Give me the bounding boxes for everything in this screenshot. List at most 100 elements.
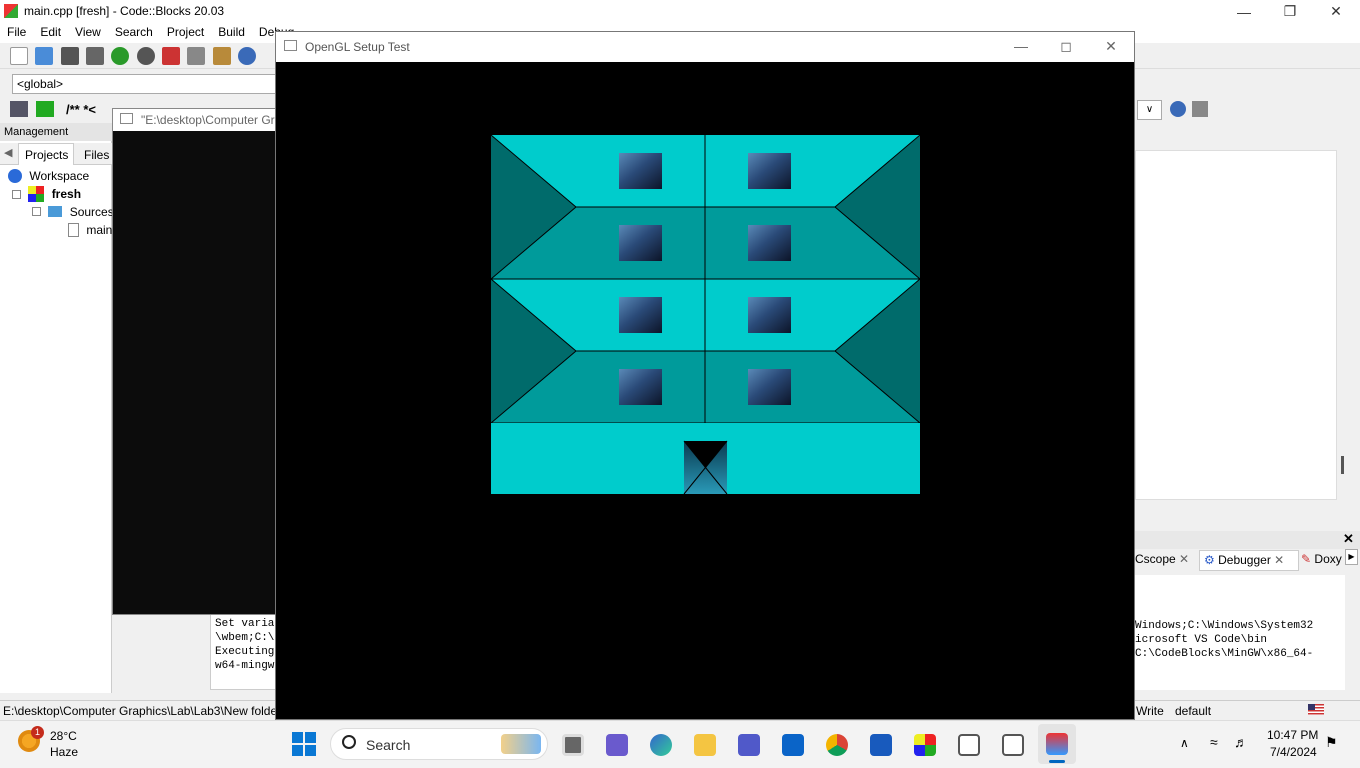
chevron-right-icon[interactable]: ▶ xyxy=(1345,549,1358,565)
maximize-button[interactable]: ❐ xyxy=(1267,0,1313,23)
new-file-icon[interactable] xyxy=(10,47,28,65)
comment-buttons[interactable]: /** *< xyxy=(66,102,96,117)
gl-maximize-button[interactable]: ◻ xyxy=(1043,32,1089,60)
meet-icon[interactable] xyxy=(600,728,634,762)
collapse-icon[interactable] xyxy=(32,207,41,217)
menu-file[interactable]: File xyxy=(0,23,33,39)
scope-dropdown[interactable]: <global> xyxy=(12,74,277,94)
workspace-icon xyxy=(8,168,22,183)
chevron-left-icon[interactable]: ◀ xyxy=(4,146,12,159)
building-window xyxy=(748,297,791,333)
wifi-icon[interactable]: ≈ xyxy=(1210,734,1218,750)
window-taskbar-icon[interactable] xyxy=(996,728,1030,762)
tab-cscope[interactable]: Cscope ✕ xyxy=(1135,552,1189,566)
weather-condition[interactable]: Haze xyxy=(50,745,78,759)
clock-date[interactable]: 7/4/2024 xyxy=(1270,745,1317,759)
scrollbar[interactable] xyxy=(1341,456,1344,474)
speaker-icon[interactable]: ♬ xyxy=(1234,734,1248,750)
wrench-icon[interactable] xyxy=(1192,101,1208,117)
word-icon[interactable] xyxy=(864,728,898,762)
build-log-right: Windows;C:\Windows\System32 icrosoft VS C… xyxy=(1135,575,1345,690)
chevron-up-icon[interactable]: ∧ xyxy=(1180,736,1189,750)
console-icon xyxy=(120,113,133,124)
close-button[interactable]: ✕ xyxy=(1313,0,1359,23)
building-window xyxy=(619,297,662,333)
status-profile: default xyxy=(1175,704,1212,718)
gl-close-button[interactable]: ✕ xyxy=(1088,32,1134,60)
search-settings-icon[interactable] xyxy=(1170,101,1186,117)
gl-minimize-button[interactable]: — xyxy=(998,32,1044,60)
redo-icon[interactable] xyxy=(136,47,155,65)
building-window xyxy=(748,225,791,261)
management-tabs: ◀ Projects Files xyxy=(0,143,112,165)
task-view-icon[interactable] xyxy=(556,728,590,762)
copy-icon[interactable] xyxy=(187,47,206,65)
taskbar-search[interactable]: Search xyxy=(330,728,548,760)
management-title: Management xyxy=(0,123,112,141)
project-icon xyxy=(28,186,45,202)
chrome-icon[interactable] xyxy=(820,728,854,762)
building-window xyxy=(748,153,791,189)
menu-project[interactable]: Project xyxy=(160,23,211,39)
console-taskbar-icon[interactable] xyxy=(952,728,986,762)
close-icon[interactable]: ✕ xyxy=(1343,531,1354,547)
file-explorer-icon[interactable] xyxy=(688,728,722,762)
teams-icon[interactable] xyxy=(732,728,766,762)
extract-icon[interactable] xyxy=(36,101,54,117)
tree-item-workspace[interactable]: Workspace xyxy=(8,168,89,183)
gear-icon: ⚙ xyxy=(1204,553,1215,567)
opengl-taskbar-icon[interactable] xyxy=(1038,724,1076,764)
start-button[interactable] xyxy=(292,732,316,756)
search-icon xyxy=(342,735,356,749)
console-title: "E:\desktop\Computer Graphics\Lab\Lab3\N… xyxy=(113,109,279,131)
save-icon[interactable] xyxy=(60,47,79,65)
build-log-left: Set varia \wbem;C:\ Executing w64-mingw xyxy=(210,610,280,690)
tab-files[interactable]: Files xyxy=(84,148,109,162)
collapse-icon[interactable] xyxy=(12,189,21,199)
weather-temp[interactable]: 28°C xyxy=(50,729,77,743)
doxywizard-icon[interactable] xyxy=(10,101,28,117)
opengl-window[interactable] xyxy=(275,31,1135,720)
outlook-icon[interactable] xyxy=(776,728,810,762)
app-window-icon xyxy=(284,40,297,51)
tab-projects[interactable]: Projects xyxy=(18,143,74,165)
open-folder-icon[interactable] xyxy=(35,47,54,65)
menu-view[interactable]: View xyxy=(68,23,108,39)
us-flag-icon xyxy=(1308,704,1324,715)
status-mode: Write xyxy=(1136,704,1164,718)
tab-doxy[interactable]: ✎ Doxy xyxy=(1301,552,1342,566)
taskbar xyxy=(0,720,1360,768)
console-window[interactable] xyxy=(112,108,280,615)
tree-item-sources[interactable]: Sources xyxy=(32,204,114,219)
edge-icon[interactable] xyxy=(644,728,678,762)
building-window xyxy=(619,369,662,405)
menu-build[interactable]: Build xyxy=(211,23,252,39)
tree-item-main-file[interactable]: main xyxy=(68,222,112,237)
codeblocks-logo-icon xyxy=(4,4,18,18)
status-path: E:\desktop\Computer Graphics\Lab\Lab3\Ne… xyxy=(3,704,278,718)
clock-time[interactable]: 10:47 PM xyxy=(1267,728,1318,742)
minimize-button[interactable]: — xyxy=(1221,0,1267,23)
notification-bell-icon[interactable]: ⚑ xyxy=(1325,734,1338,751)
editor-pane[interactable] xyxy=(1135,150,1344,500)
tab-debugger[interactable]: ⚙ Debugger ✕ xyxy=(1199,550,1299,571)
opengl-title: OpenGL Setup Test xyxy=(305,40,410,54)
codeblocks-taskbar-icon[interactable] xyxy=(908,728,942,762)
weather-badge: 1 xyxy=(31,726,44,739)
cut-icon[interactable] xyxy=(162,47,181,65)
active-indicator xyxy=(1049,760,1065,763)
search-highlight-icon xyxy=(501,734,541,754)
undo-icon[interactable] xyxy=(111,47,130,65)
menu-edit[interactable]: Edit xyxy=(33,23,68,39)
folder-icon xyxy=(48,206,63,218)
paste-icon[interactable] xyxy=(212,47,231,65)
logs-tabs: Cscope ✕ ⚙ Debugger ✕ ✎ Doxy ▶ xyxy=(1135,549,1360,571)
menu-search[interactable]: Search xyxy=(108,23,160,39)
search-placeholder: Search xyxy=(366,737,411,753)
building-window xyxy=(619,225,662,261)
find-icon[interactable] xyxy=(238,47,257,65)
chevron-down-icon[interactable]: ∨ xyxy=(1137,100,1162,120)
save-all-icon[interactable] xyxy=(86,47,105,65)
tree-item-project[interactable]: fresh xyxy=(12,186,81,202)
building-window xyxy=(748,369,791,405)
